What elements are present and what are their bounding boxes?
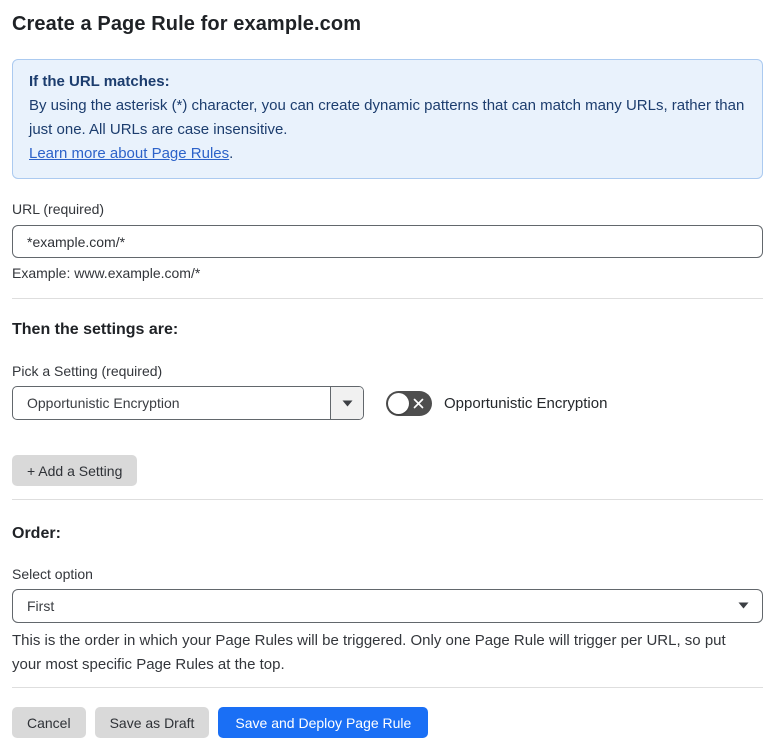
setting-select-value: Opportunistic Encryption [27,395,180,411]
setting-row: Opportunistic Encryption Opportunistic E… [12,386,763,420]
order-helper-text: This is the order in which your Page Rul… [12,632,726,673]
info-box-link-line: Learn more about Page Rules. [29,142,746,166]
page-title: Create a Page Rule for example.com [12,13,362,35]
toggle-x-icon [413,398,424,408]
pick-setting-label: Pick a Setting (required) [12,363,163,379]
url-input[interactable] [12,225,763,258]
settings-section-heading: Then the settings are: [12,321,179,338]
opportunistic-encryption-toggle[interactable] [386,390,432,416]
page-rule-form: Create a Page Rule for example.com If th… [0,13,775,738]
order-select[interactable]: First [12,589,763,623]
save-and-deploy-button[interactable]: Save and Deploy Page Rule [218,707,429,738]
cancel-button[interactable]: Cancel [12,707,86,738]
order-select-label: Select option [12,566,93,582]
add-setting-button[interactable]: + Add a Setting [12,455,138,486]
order-section-heading: Order: [12,525,61,542]
section-divider [12,499,763,500]
info-box-heading: If the URL matches: [29,73,170,90]
save-as-draft-button[interactable]: Save as Draft [94,707,210,738]
learn-more-link[interactable]: Learn more about Page Rules [29,145,229,162]
caret-down-icon [342,400,352,406]
section-divider [12,687,763,688]
setting-select-arrow[interactable] [330,387,363,419]
url-example-helper: Example: www.example.com/* [12,265,201,281]
url-matches-info-box: If the URL matches: By using the asteris… [12,59,763,179]
link-period: . [229,145,234,162]
footer-buttons: Cancel Save as Draft Save and Deploy Pag… [12,707,763,738]
toggle-knob [388,392,409,414]
info-box-body: By using the asterisk (*) character, you… [29,97,745,138]
section-divider [12,298,763,299]
toggle-label: Opportunistic Encryption [444,394,608,412]
caret-down-icon [738,602,749,609]
toggle-group: Opportunistic Encryption [386,390,608,416]
order-select-value: First [27,598,55,614]
setting-select[interactable]: Opportunistic Encryption [12,386,364,420]
url-label: URL (required) [12,201,105,217]
